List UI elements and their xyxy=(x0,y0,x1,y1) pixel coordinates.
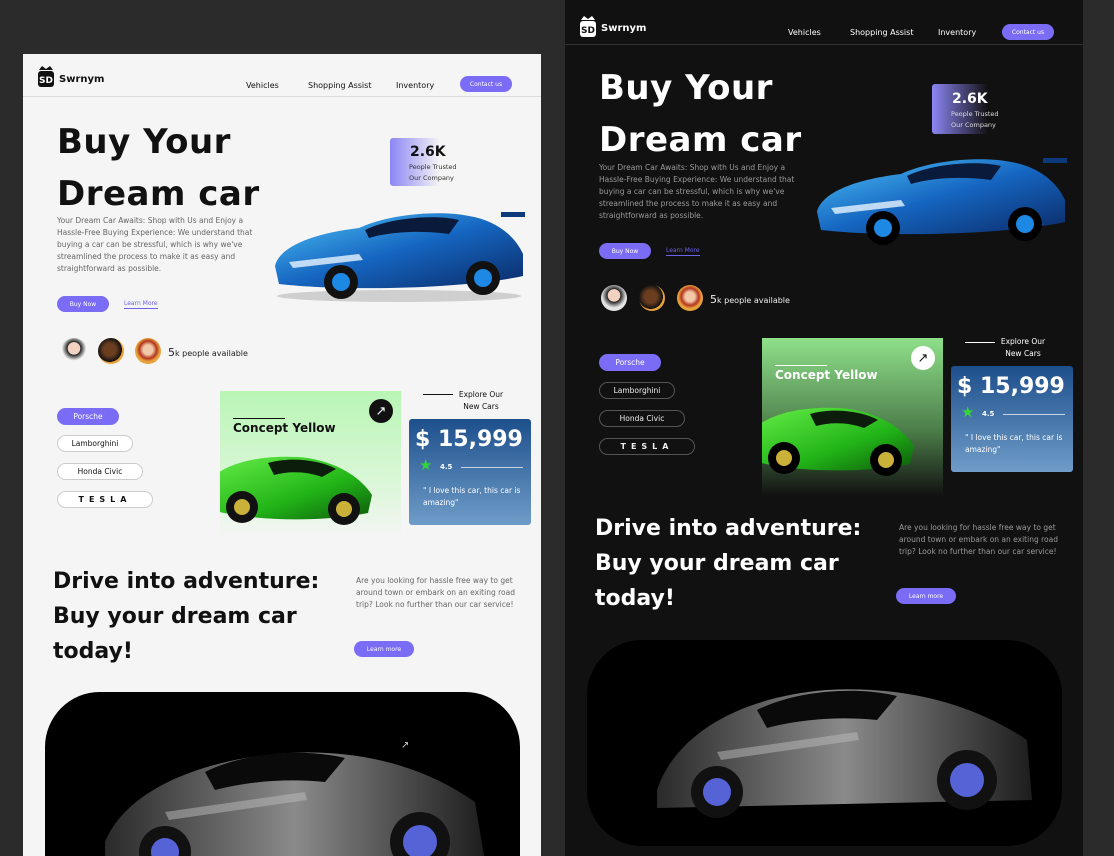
hero-title-line2: Dream car xyxy=(599,120,802,160)
people-available-number: 5 xyxy=(168,346,175,359)
blue-sports-car-image xyxy=(817,158,1067,245)
trust-count: 2.6K xyxy=(410,144,446,160)
contact-us-button[interactable]: Contact us xyxy=(1002,24,1054,40)
adventure-title-line3: today! xyxy=(53,639,133,664)
light-theme-page: SD Swrnym Vehicles Shopping Assist Inven… xyxy=(23,54,541,856)
nav-shopping-assist[interactable]: Shopping Assist xyxy=(308,81,371,90)
people-available: 5k people available xyxy=(710,293,790,306)
explore-line1: Explore Our xyxy=(1000,337,1046,346)
explore-line1: Explore Our xyxy=(458,390,504,399)
avatar-2 xyxy=(639,285,665,311)
brand-porsche[interactable]: Porsche xyxy=(599,354,661,371)
avatar-3 xyxy=(135,338,161,364)
rating-value: 4.5 xyxy=(982,410,995,418)
concept-yellow-card[interactable]: Concept Yellow ↗ xyxy=(220,391,401,539)
explore-line2: New Cars xyxy=(463,402,499,411)
dark-supercar-banner xyxy=(587,640,1062,846)
adventure-title-line1: Drive into adventure: xyxy=(595,516,862,541)
trust-label-line2: Our Company xyxy=(409,174,454,182)
arrow-up-right-icon[interactable]: ↗ xyxy=(369,399,393,423)
brand-honda-civic[interactable]: Honda Civic xyxy=(599,410,685,427)
concept-title: Concept Yellow xyxy=(775,368,878,382)
green-concept-car-image xyxy=(762,407,914,476)
price-value: $ 15,999 xyxy=(415,427,523,452)
adventure-learn-more-button[interactable]: Learn more xyxy=(896,588,956,604)
hero-title-line1: Buy Your xyxy=(599,68,773,108)
people-available-text: k people available xyxy=(717,296,790,305)
nav-divider xyxy=(23,96,541,97)
brand-porsche[interactable]: Porsche xyxy=(57,408,119,425)
svg-text:SD: SD xyxy=(581,26,595,36)
trust-label-line2: Our Company xyxy=(951,121,996,129)
svg-text:SD: SD xyxy=(39,76,53,86)
brand-honda-civic[interactable]: Honda Civic xyxy=(57,463,143,480)
avatar-3 xyxy=(677,285,703,311)
people-available-text: k people available xyxy=(175,349,248,358)
hero-title-line1: Buy Your xyxy=(57,122,231,162)
nav-shopping-assist[interactable]: Shopping Assist xyxy=(850,28,913,37)
blue-sports-car-image xyxy=(275,212,525,302)
adventure-learn-more-button[interactable]: Learn more xyxy=(354,641,414,657)
dark-supercar-banner: ↗ xyxy=(45,692,520,856)
star-icon: ★ xyxy=(961,403,975,421)
svg-text:↗: ↗ xyxy=(401,740,409,751)
learn-more-link[interactable]: Learn More xyxy=(666,247,700,256)
explore-line2: New Cars xyxy=(1005,349,1041,358)
dark-supercar-image xyxy=(657,689,1032,818)
testimonial-quote: " I love this car, this car is amazing" xyxy=(965,433,1063,454)
rating-divider xyxy=(1003,414,1065,415)
buy-now-button[interactable]: Buy Now xyxy=(57,296,109,312)
hero-title-line2: Dream car xyxy=(57,174,260,214)
nav-inventory[interactable]: Inventory xyxy=(938,28,976,37)
avatar-1 xyxy=(601,285,627,311)
nav-inventory[interactable]: Inventory xyxy=(396,81,434,90)
arrow-up-right-icon[interactable]: ↗ xyxy=(911,346,935,370)
hero-description: Your Dream Car Awaits: Shop with Us and … xyxy=(599,163,795,220)
trust-label-line1: People Trusted xyxy=(409,163,457,171)
adventure-description: Are you looking for hassle free way to g… xyxy=(356,576,515,609)
concept-divider xyxy=(233,418,285,419)
green-concept-car-image xyxy=(220,456,372,525)
concept-divider xyxy=(775,365,827,366)
explore-divider xyxy=(965,342,995,343)
brand-tesla[interactable]: TESLA xyxy=(57,491,153,508)
rating-value: 4.5 xyxy=(440,463,453,471)
adventure-title-line2: Buy your dream car xyxy=(595,551,839,576)
brand-lamborghini[interactable]: Lamborghini xyxy=(57,435,133,452)
star-icon: ★ xyxy=(419,456,433,474)
contact-us-button[interactable]: Contact us xyxy=(460,76,512,92)
rating-divider xyxy=(461,467,523,468)
learn-more-link[interactable]: Learn More xyxy=(124,300,158,309)
hero-description: Your Dream Car Awaits: Shop with Us and … xyxy=(57,216,253,273)
people-available-number: 5 xyxy=(710,293,717,306)
dark-supercar-image: ↗ xyxy=(105,740,484,856)
trust-count: 2.6K xyxy=(952,91,988,107)
brand-lamborghini[interactable]: Lamborghini xyxy=(599,382,675,399)
adventure-title-line1: Drive into adventure: xyxy=(53,569,320,594)
sd-crown-logo-icon[interactable]: SD xyxy=(579,14,597,40)
price-card[interactable]: $ 15,999 ★ 4.5 " I love this car, this c… xyxy=(951,366,1073,472)
people-available: 5k people available xyxy=(168,346,248,359)
brand-name: Swrnym xyxy=(601,23,647,34)
dark-theme-page: SD Swrnym Vehicles Shopping Assist Inven… xyxy=(565,0,1083,856)
concept-title: Concept Yellow xyxy=(233,421,336,435)
testimonial-quote: " I love this car, this car is amazing" xyxy=(423,486,521,507)
avatar-1 xyxy=(61,338,87,364)
nav-divider xyxy=(565,44,1083,45)
buy-now-button[interactable]: Buy Now xyxy=(599,243,651,259)
nav-vehicles[interactable]: Vehicles xyxy=(788,28,821,37)
brand-name: Swrnym xyxy=(59,74,105,85)
price-value: $ 15,999 xyxy=(957,374,1065,399)
trust-label-line1: People Trusted xyxy=(951,110,999,118)
avatar-2 xyxy=(98,338,124,364)
nav-vehicles[interactable]: Vehicles xyxy=(246,81,279,90)
adventure-description: Are you looking for hassle free way to g… xyxy=(899,523,1058,556)
explore-divider xyxy=(423,394,453,395)
price-card[interactable]: $ 15,999 ★ 4.5 " I love this car, this c… xyxy=(409,419,531,525)
adventure-title-line2: Buy your dream car xyxy=(53,604,297,629)
sd-crown-logo-icon[interactable]: SD xyxy=(37,64,55,90)
concept-yellow-card[interactable]: Concept Yellow ↗ xyxy=(762,338,943,496)
adventure-title-line3: today! xyxy=(595,586,675,611)
brand-tesla[interactable]: TESLA xyxy=(599,438,695,455)
